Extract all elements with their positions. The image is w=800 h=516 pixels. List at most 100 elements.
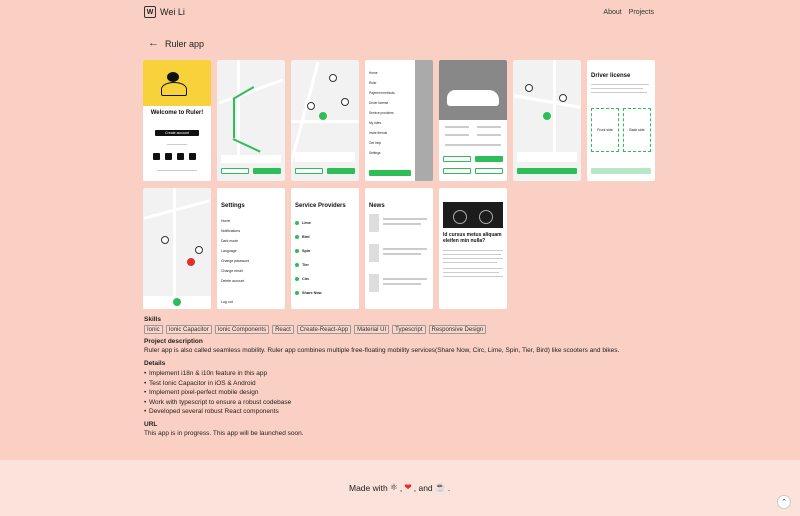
nav-link-projects[interactable]: Projects	[629, 9, 654, 16]
screenshot-route-map[interactable]	[217, 60, 285, 181]
details-heading: Details	[144, 360, 166, 367]
ride-stats-panel	[517, 152, 577, 162]
settings-title: Settings	[221, 203, 245, 209]
skill-tag: React	[272, 325, 294, 334]
skill-tag: Material UI	[354, 325, 390, 334]
provider-logo-icon	[295, 235, 299, 239]
map-pin	[161, 236, 169, 244]
map-pin	[329, 74, 337, 82]
ride-button-right	[327, 168, 355, 174]
screenshot-map-proceed[interactable]	[513, 60, 581, 181]
provider-item: Circ	[295, 272, 322, 286]
news-headline	[383, 223, 421, 225]
car-spec	[445, 134, 469, 136]
car-spec	[445, 126, 469, 128]
settings-item: Notifications	[221, 229, 241, 233]
skill-tag: Ionic Components	[214, 325, 270, 334]
menu-item: Driver license	[369, 101, 389, 105]
news-headline	[383, 283, 421, 285]
ride-button-left	[295, 168, 323, 174]
coffee-icon: ☕	[434, 482, 446, 492]
page-header: ← Ruler app	[148, 38, 204, 49]
skills-heading: Skills	[144, 316, 161, 323]
ride-stats-panel	[221, 155, 281, 163]
provider-logo-icon	[295, 263, 299, 267]
provider-name: Lime	[302, 221, 311, 225]
page-title: Ruler app	[165, 38, 205, 49]
news-thumbnail	[369, 274, 379, 292]
menu-item: Payment methods	[369, 91, 395, 95]
nav-link-about[interactable]: About	[603, 9, 621, 16]
site-logo[interactable]: W Wei Li	[144, 6, 185, 18]
site-name: Wei Li	[160, 7, 185, 17]
map-pin	[559, 94, 567, 102]
article-body	[443, 250, 503, 251]
providers-list: Lime Bird Spin Tier Circ Share Now	[295, 216, 322, 300]
article-body	[443, 262, 497, 263]
details-item: Developed several robust React component…	[144, 407, 664, 417]
details-item: Implement i18n & i10n feature in this ap…	[144, 369, 664, 379]
screenshot-settings[interactable]: Settings Home Notifications Dark mode Langu…	[217, 188, 285, 309]
back-side-label: Back side	[629, 128, 645, 132]
chevron-up-icon[interactable]: ⌃	[777, 495, 791, 509]
url-heading: URL	[144, 420, 158, 428]
map-pin	[525, 84, 533, 92]
settings-item: Change email	[221, 269, 243, 273]
menu-item: Home	[369, 71, 378, 75]
details-list: Implement i18n & i10n feature in this ap…	[144, 369, 664, 417]
provider-name: Circ	[302, 277, 310, 281]
proceed-to-payment-button	[517, 168, 577, 174]
map-pin-active	[187, 258, 195, 266]
provider-item: Share Now	[295, 286, 322, 300]
create-account-button: Create account	[155, 130, 199, 136]
map-road	[218, 78, 284, 105]
divider	[167, 144, 187, 145]
map-pin	[307, 102, 315, 110]
map-road	[553, 60, 556, 160]
description-heading: Project description	[144, 338, 203, 345]
rider-illustration	[167, 72, 179, 82]
article-body	[443, 258, 503, 259]
social-icon	[177, 153, 184, 160]
article-body	[443, 272, 499, 273]
article-body	[443, 254, 501, 255]
arrow-left-icon[interactable]: ←	[148, 38, 159, 49]
welcome-title: Welcome to Ruler!	[150, 110, 204, 116]
bike-illustration	[161, 82, 187, 96]
screenshot-service-providers[interactable]: Service Providers Lime Bird Spin Tier Circ Sh…	[291, 188, 359, 309]
screenshot-map-filters[interactable]	[143, 188, 211, 309]
screenshot-map-pins[interactable]	[291, 60, 359, 181]
details-item: Implement pixel-perfect mobile design	[144, 388, 664, 398]
screenshot-welcome[interactable]: Welcome to Ruler! Create account	[143, 60, 211, 181]
provider-logo-icon	[295, 221, 299, 225]
car-action-button	[443, 168, 471, 174]
settings-item: Dark mode	[221, 239, 239, 243]
screenshot-car-detail[interactable]	[439, 60, 507, 181]
screenshot-driver-license[interactable]: Driver license Front side Back side	[587, 60, 655, 181]
nav-links: About Projects	[603, 9, 654, 16]
article-image	[443, 202, 503, 228]
providers-title: Service Providers	[295, 203, 346, 209]
provider-logo-icon	[295, 291, 299, 295]
screenshot-side-menu[interactable]: Home Ruler Payment methods Driver license Se…	[365, 60, 433, 181]
license-instructions	[591, 92, 647, 93]
screenshot-news-article[interactable]: Id cursus metus aliquam eleifen min null…	[439, 188, 507, 309]
menu-item: Ruler	[369, 81, 377, 85]
screenshot-news[interactable]: News	[365, 188, 433, 309]
details-item: Test Ionic Capacitor in iOS & Android	[144, 379, 664, 389]
separator: ,	[399, 482, 403, 493]
provider-item: Lime	[295, 216, 322, 230]
social-icon	[153, 153, 160, 160]
separator: , and	[413, 482, 433, 493]
map-road	[143, 199, 211, 220]
provider-logo-icon	[295, 277, 299, 281]
car-start-button	[443, 156, 471, 162]
map-pin-selected	[543, 112, 551, 120]
car-action-button	[475, 168, 503, 174]
article-body	[443, 276, 503, 277]
driver-license-title: Driver license	[591, 73, 631, 79]
gallery-row-1: Welcome to Ruler! Create account Home Ru…	[143, 60, 658, 181]
social-icon	[189, 153, 196, 160]
menu-item: My rides	[369, 121, 382, 125]
car-spec	[477, 134, 501, 136]
